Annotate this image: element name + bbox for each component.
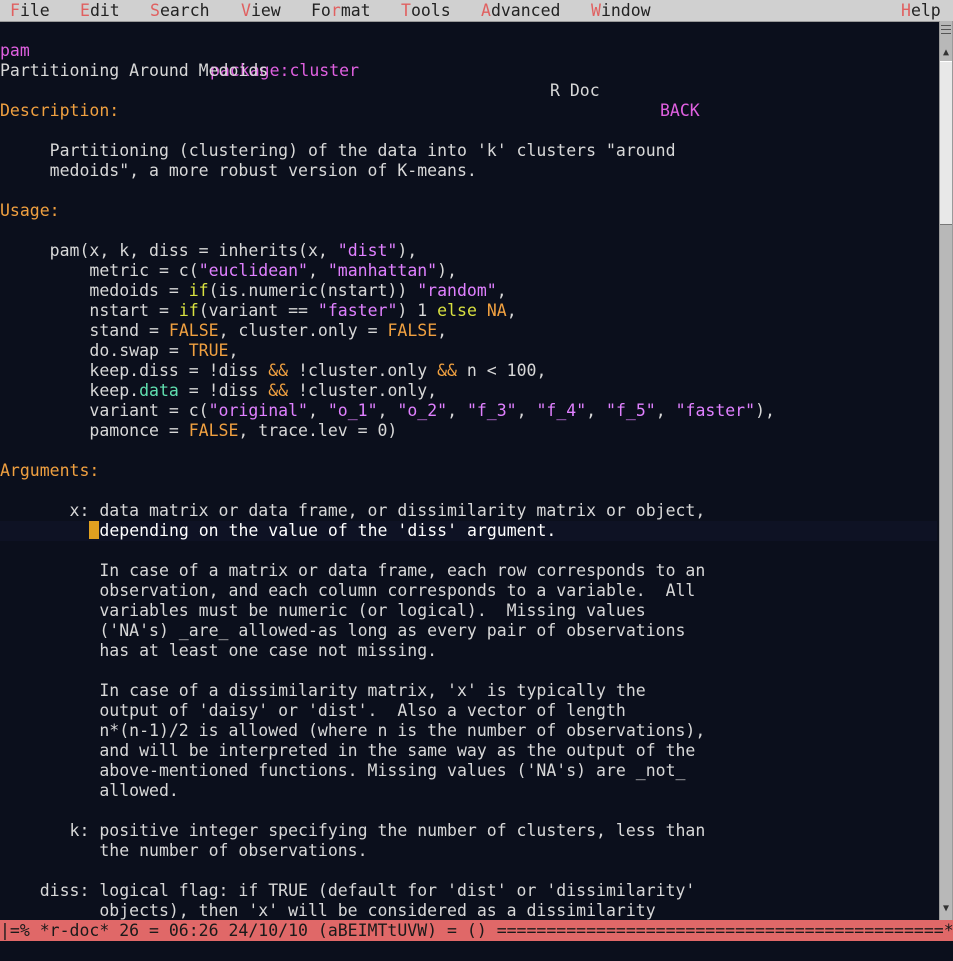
- arg-x-text: depending on the value of the 'diss' arg…: [99, 521, 557, 540]
- menu-view[interactable]: View: [241, 0, 281, 21]
- scroll-thumb[interactable]: [940, 61, 952, 225]
- usage-line: pam(x, k, diss = inherits(x, "dist"),: [0, 241, 418, 260]
- current-line: depending on the value of the 'diss' arg…: [0, 521, 937, 541]
- menu-format[interactable]: Format: [311, 0, 371, 21]
- scroll-grip-icon: [941, 25, 951, 26]
- scroll-grip-icon: [941, 29, 951, 30]
- menu-search[interactable]: Search: [150, 0, 210, 21]
- text-cursor: [89, 521, 100, 539]
- arg-diss-text: diss: logical flag: if TRUE (default for…: [0, 881, 696, 900]
- doc-buffer[interactable]: pam package:cluster R Doc BACK Partition…: [0, 21, 937, 920]
- usage-line: do.swap = TRUE,: [0, 341, 239, 360]
- arg-x-text: In case of a dissimilarity matrix, 'x' i…: [0, 681, 646, 700]
- doc-type-label: R Doc: [550, 81, 600, 100]
- arg-k-text: k: positive integer specifying the numbe…: [0, 821, 706, 840]
- usage-line: variant = c("original", "o_1", "o_2", "f…: [0, 401, 775, 420]
- usage-heading: Usage:: [0, 201, 60, 220]
- menu-bar: File Edit Search View Format Tools Advan…: [0, 0, 953, 22]
- usage-line: metric = c("euclidean", "manhattan"),: [0, 261, 457, 280]
- description-heading: Description:: [0, 101, 120, 120]
- usage-line: medoids = if(is.numeric(nstart)) "random…: [0, 281, 507, 300]
- topic-link[interactable]: pam: [0, 41, 30, 61]
- scroll-grip-icon: [941, 33, 951, 34]
- arg-x-text: observation, and each column corresponds…: [0, 581, 696, 600]
- arg-x-text: has at least one case not missing.: [0, 641, 438, 660]
- doc-header-line: pam package:cluster R Doc BACK: [0, 21, 937, 120]
- arg-x-text: In case of a matrix or data frame, each …: [0, 561, 706, 580]
- usage-line: stand = FALSE, cluster.only = FALSE,: [0, 321, 448, 340]
- usage-line: keep.diss = !diss && !cluster.only && n …: [0, 361, 547, 380]
- mode-line: |=% *r-doc* 26 = 06:26 24/10/10 (aBEIMTt…: [0, 920, 953, 941]
- arg-x-text: and will be interpreted in the same way …: [0, 741, 696, 760]
- menu-advanced[interactable]: Advanced: [481, 0, 560, 21]
- menu-window[interactable]: Window: [591, 0, 651, 21]
- usage-line: nstart = if(variant == "faster") 1 else …: [0, 301, 517, 320]
- menu-tools[interactable]: Tools: [401, 0, 451, 21]
- menu-file[interactable]: File: [10, 0, 50, 21]
- arg-x-text: variables must be numeric (or logical). …: [0, 601, 646, 620]
- arg-x-text: above-mentioned functions. Missing value…: [0, 761, 686, 780]
- arg-x-text: x: data matrix or data frame, or dissimi…: [0, 501, 706, 520]
- arg-x-text: ('NA's) _are_ allowed-as long as every p…: [0, 621, 686, 640]
- arg-x-text: allowed.: [0, 781, 179, 800]
- arg-k-text: the number of observations.: [0, 841, 368, 860]
- menu-help[interactable]: Help: [901, 0, 941, 21]
- description-text: Partitioning (clustering) of the data in…: [0, 141, 676, 160]
- arg-diss-text: objects), then 'x' will be considered as…: [0, 901, 656, 920]
- arg-x-text: n*(n-1)/2 is allowed (where n is the num…: [0, 721, 706, 740]
- usage-line: pamonce = FALSE, trace.lev = 0): [0, 421, 398, 440]
- scroll-down-arrow-icon[interactable]: ▼: [940, 903, 952, 915]
- description-text: medoids", a more robust version of K-mea…: [0, 161, 477, 180]
- scroll-up-arrow-icon[interactable]: ▲: [940, 47, 952, 59]
- menu-edit[interactable]: Edit: [80, 0, 120, 21]
- arg-x-text: output of 'daisy' or 'dist'. Also a vect…: [0, 701, 626, 720]
- arguments-heading: Arguments:: [0, 461, 100, 480]
- doc-title: Partitioning Around Medoids: [0, 61, 269, 80]
- usage-line: keep.data = !diss && !cluster.only,: [0, 381, 438, 400]
- minibuffer[interactable]: [0, 941, 953, 961]
- vertical-scrollbar[interactable]: ▲ ▼: [939, 21, 953, 920]
